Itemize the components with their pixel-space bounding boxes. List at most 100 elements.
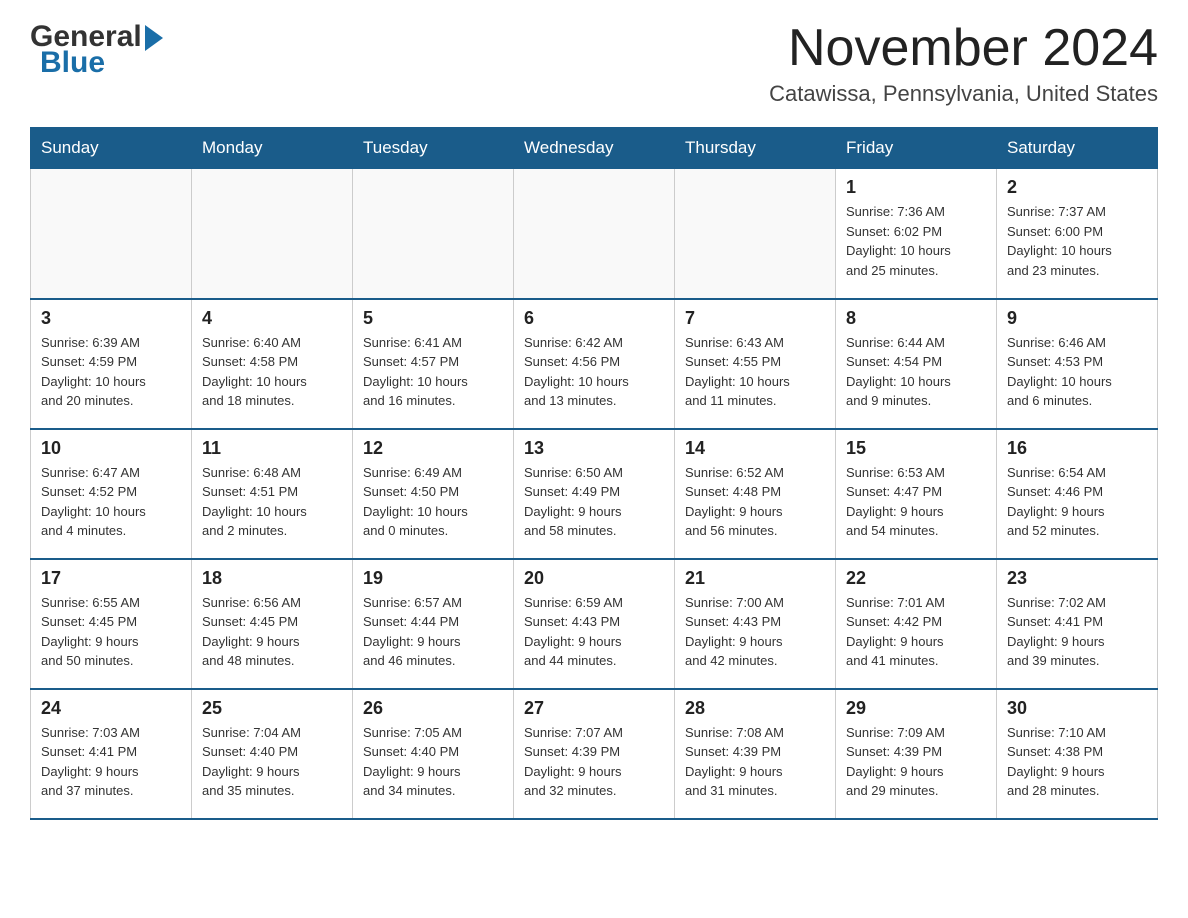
header-day-wednesday: Wednesday (514, 128, 675, 169)
calendar-cell: 11 Sunrise: 6:48 AM Sunset: 4:51 PM Dayli… (192, 429, 353, 559)
calendar-cell: 27 Sunrise: 7:07 AM Sunset: 4:39 PM Dayli… (514, 689, 675, 819)
day-number: 9 (1007, 308, 1147, 329)
day-info: Sunrise: 6:43 AM Sunset: 4:55 PM Dayligh… (685, 333, 825, 411)
day-number: 22 (846, 568, 986, 589)
calendar-cell (192, 169, 353, 299)
day-number: 11 (202, 438, 342, 459)
calendar-cell: 5Sunrise: 6:41 AM Sunset: 4:57 PM Daylig… (353, 299, 514, 429)
calendar-cell: 20 Sunrise: 6:59 AM Sunset: 4:43 PM Dayli… (514, 559, 675, 689)
day-info: Sunrise: 7:36 AM Sunset: 6:02 PM Dayligh… (846, 202, 986, 280)
day-info: Sunrise: 6:42 AM Sunset: 4:56 PM Dayligh… (524, 333, 664, 411)
calendar-cell: 14 Sunrise: 6:52 AM Sunset: 4:48 PM Dayli… (675, 429, 836, 559)
calendar-cell: 3 Sunrise: 6:39 AM Sunset: 4:59 PM Daylig… (31, 299, 192, 429)
day-info: Sunrise: 6:52 AM Sunset: 4:48 PM Dayligh… (685, 463, 825, 541)
calendar-cell: 21 Sunrise: 7:00 AM Sunset: 4:43 PM Dayli… (675, 559, 836, 689)
calendar-body: 1Sunrise: 7:36 AM Sunset: 6:02 PM Daylig… (31, 169, 1158, 819)
day-number: 26 (363, 698, 503, 719)
calendar-cell: 17Sunrise: 6:55 AM Sunset: 4:45 PM Dayli… (31, 559, 192, 689)
day-number: 12 (363, 438, 503, 459)
calendar-cell: 30 Sunrise: 7:10 AM Sunset: 4:38 PM Dayli… (997, 689, 1158, 819)
day-info: Sunrise: 7:07 AM Sunset: 4:39 PM Dayligh… (524, 723, 664, 801)
calendar-cell: 4Sunrise: 6:40 AM Sunset: 4:58 PM Daylig… (192, 299, 353, 429)
calendar-cell: 9 Sunrise: 6:46 AM Sunset: 4:53 PM Daylig… (997, 299, 1158, 429)
day-number: 23 (1007, 568, 1147, 589)
day-info: Sunrise: 6:59 AM Sunset: 4:43 PM Dayligh… (524, 593, 664, 671)
day-info: Sunrise: 6:44 AM Sunset: 4:54 PM Dayligh… (846, 333, 986, 411)
calendar-cell (31, 169, 192, 299)
logo-blue-text: Blue (40, 46, 105, 80)
location-title: Catawissa, Pennsylvania, United States (769, 81, 1158, 107)
header-day-thursday: Thursday (675, 128, 836, 169)
week-row-2: 3 Sunrise: 6:39 AM Sunset: 4:59 PM Daylig… (31, 299, 1158, 429)
day-number: 25 (202, 698, 342, 719)
calendar-cell: 13 Sunrise: 6:50 AM Sunset: 4:49 PM Dayli… (514, 429, 675, 559)
header-row: SundayMondayTuesdayWednesdayThursdayFrid… (31, 128, 1158, 169)
calendar-cell: 15 Sunrise: 6:53 AM Sunset: 4:47 PM Dayli… (836, 429, 997, 559)
day-info: Sunrise: 6:55 AM Sunset: 4:45 PM Dayligh… (41, 593, 181, 671)
day-info: Sunrise: 7:03 AM Sunset: 4:41 PM Dayligh… (41, 723, 181, 801)
week-row-3: 10 Sunrise: 6:47 AM Sunset: 4:52 PM Dayli… (31, 429, 1158, 559)
header: General Blue November 2024 Catawissa, Pe… (30, 20, 1158, 107)
week-row-5: 24 Sunrise: 7:03 AM Sunset: 4:41 PM Dayli… (31, 689, 1158, 819)
calendar-cell: 25 Sunrise: 7:04 AM Sunset: 4:40 PM Dayli… (192, 689, 353, 819)
day-number: 5 (363, 308, 503, 329)
month-title: November 2024 (769, 20, 1158, 77)
calendar-cell: 29 Sunrise: 7:09 AM Sunset: 4:39 PM Dayli… (836, 689, 997, 819)
day-info: Sunrise: 7:01 AM Sunset: 4:42 PM Dayligh… (846, 593, 986, 671)
day-number: 30 (1007, 698, 1147, 719)
day-info: Sunrise: 6:40 AM Sunset: 4:58 PM Dayligh… (202, 333, 342, 411)
day-number: 18 (202, 568, 342, 589)
day-info: Sunrise: 7:04 AM Sunset: 4:40 PM Dayligh… (202, 723, 342, 801)
calendar-cell: 18Sunrise: 6:56 AM Sunset: 4:45 PM Dayli… (192, 559, 353, 689)
day-info: Sunrise: 6:53 AM Sunset: 4:47 PM Dayligh… (846, 463, 986, 541)
day-info: Sunrise: 6:48 AM Sunset: 4:51 PM Dayligh… (202, 463, 342, 541)
day-info: Sunrise: 6:47 AM Sunset: 4:52 PM Dayligh… (41, 463, 181, 541)
calendar-cell: 12 Sunrise: 6:49 AM Sunset: 4:50 PM Dayli… (353, 429, 514, 559)
calendar-cell: 28 Sunrise: 7:08 AM Sunset: 4:39 PM Dayli… (675, 689, 836, 819)
day-number: 13 (524, 438, 664, 459)
day-number: 3 (41, 308, 181, 329)
header-day-saturday: Saturday (997, 128, 1158, 169)
day-info: Sunrise: 6:46 AM Sunset: 4:53 PM Dayligh… (1007, 333, 1147, 411)
calendar-cell: 23 Sunrise: 7:02 AM Sunset: 4:41 PM Dayli… (997, 559, 1158, 689)
calendar-cell: 26 Sunrise: 7:05 AM Sunset: 4:40 PM Dayli… (353, 689, 514, 819)
logo: General Blue (30, 20, 163, 80)
week-row-4: 17Sunrise: 6:55 AM Sunset: 4:45 PM Dayli… (31, 559, 1158, 689)
day-number: 24 (41, 698, 181, 719)
header-day-tuesday: Tuesday (353, 128, 514, 169)
day-info: Sunrise: 6:39 AM Sunset: 4:59 PM Dayligh… (41, 333, 181, 411)
day-info: Sunrise: 7:09 AM Sunset: 4:39 PM Dayligh… (846, 723, 986, 801)
day-number: 10 (41, 438, 181, 459)
header-day-monday: Monday (192, 128, 353, 169)
day-info: Sunrise: 7:08 AM Sunset: 4:39 PM Dayligh… (685, 723, 825, 801)
day-number: 8 (846, 308, 986, 329)
day-number: 21 (685, 568, 825, 589)
day-info: Sunrise: 7:10 AM Sunset: 4:38 PM Dayligh… (1007, 723, 1147, 801)
week-row-1: 1Sunrise: 7:36 AM Sunset: 6:02 PM Daylig… (31, 169, 1158, 299)
day-number: 6 (524, 308, 664, 329)
day-number: 29 (846, 698, 986, 719)
header-day-sunday: Sunday (31, 128, 192, 169)
calendar-cell: 6 Sunrise: 6:42 AM Sunset: 4:56 PM Daylig… (514, 299, 675, 429)
day-number: 14 (685, 438, 825, 459)
day-info: Sunrise: 7:00 AM Sunset: 4:43 PM Dayligh… (685, 593, 825, 671)
day-info: Sunrise: 7:02 AM Sunset: 4:41 PM Dayligh… (1007, 593, 1147, 671)
calendar-cell (675, 169, 836, 299)
day-info: Sunrise: 6:49 AM Sunset: 4:50 PM Dayligh… (363, 463, 503, 541)
day-info: Sunrise: 6:57 AM Sunset: 4:44 PM Dayligh… (363, 593, 503, 671)
day-info: Sunrise: 6:50 AM Sunset: 4:49 PM Dayligh… (524, 463, 664, 541)
day-info: Sunrise: 6:54 AM Sunset: 4:46 PM Dayligh… (1007, 463, 1147, 541)
day-number: 27 (524, 698, 664, 719)
day-number: 28 (685, 698, 825, 719)
day-number: 15 (846, 438, 986, 459)
calendar-cell: 8 Sunrise: 6:44 AM Sunset: 4:54 PM Daylig… (836, 299, 997, 429)
calendar-cell: 10 Sunrise: 6:47 AM Sunset: 4:52 PM Dayli… (31, 429, 192, 559)
day-number: 20 (524, 568, 664, 589)
header-day-friday: Friday (836, 128, 997, 169)
calendar-cell: 22 Sunrise: 7:01 AM Sunset: 4:42 PM Dayli… (836, 559, 997, 689)
day-info: Sunrise: 7:05 AM Sunset: 4:40 PM Dayligh… (363, 723, 503, 801)
day-number: 7 (685, 308, 825, 329)
calendar-cell (353, 169, 514, 299)
calendar-cell: 7 Sunrise: 6:43 AM Sunset: 4:55 PM Daylig… (675, 299, 836, 429)
calendar-cell: 2Sunrise: 7:37 AM Sunset: 6:00 PM Daylig… (997, 169, 1158, 299)
